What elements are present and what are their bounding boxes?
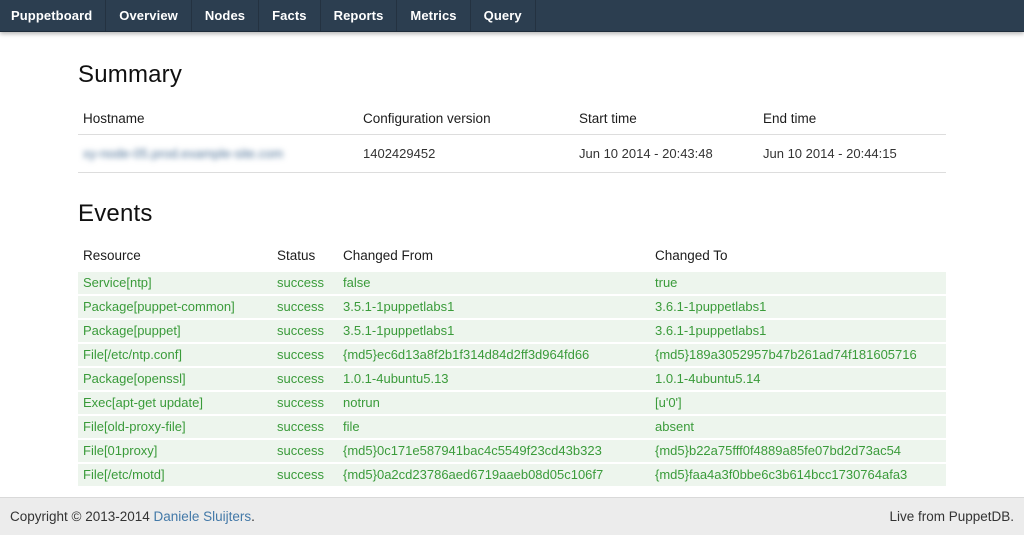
event-changed-from-cell: 3.5.1-1puppetlabs1 (338, 318, 650, 342)
event-resource-cell: File[old-proxy-file] (78, 414, 272, 438)
event-status-cell: success (272, 462, 338, 486)
live-from-puppetdb-text: Live from PuppetDB. (889, 509, 1014, 524)
main-content: Summary Hostname Configuration version S… (78, 61, 946, 486)
summary-heading: Summary (78, 61, 946, 89)
event-status-cell: success (272, 414, 338, 438)
event-status-cell: success (272, 270, 338, 294)
event-changed-from-cell: 3.5.1-1puppetlabs1 (338, 294, 650, 318)
nav-item-overview[interactable]: Overview (106, 0, 192, 31)
nav-item-metrics[interactable]: Metrics (397, 0, 470, 31)
nav-item-reports[interactable]: Reports (321, 0, 398, 31)
event-status-cell: success (272, 438, 338, 462)
event-changed-from-cell: file (338, 414, 650, 438)
summary-col-hostname: Hostname (78, 102, 358, 135)
event-changed-to-cell: {md5}faa4a3f0bbe6c3b614bcc1730764afa3 (650, 462, 946, 486)
top-navbar: Puppetboard Overview Nodes Facts Reports… (0, 0, 1024, 32)
event-changed-to-cell: true (650, 270, 946, 294)
event-row: Package[openssl] success 1.0.1-4ubuntu5.… (78, 366, 946, 390)
events-col-status: Status (272, 243, 338, 270)
event-resource-cell: File[01proxy] (78, 438, 272, 462)
event-changed-to-cell: [u'0'] (650, 390, 946, 414)
event-changed-to-cell: absent (650, 414, 946, 438)
events-heading: Events (78, 200, 946, 228)
event-changed-from-cell: false (338, 270, 650, 294)
event-resource-cell: Package[openssl] (78, 366, 272, 390)
author-link[interactable]: Daniele Sluijters (154, 509, 252, 524)
events-table-body: Service[ntp] success false true Package[… (78, 270, 946, 486)
events-col-resource: Resource (78, 243, 272, 270)
nav-item-query[interactable]: Query (471, 0, 536, 31)
event-status-cell: success (272, 366, 338, 390)
event-changed-to-cell: {md5}b22a75fff0f4889a85fe07bd2d73ac54 (650, 438, 946, 462)
page-footer: Copyright © 2013-2014 Daniele Sluijters.… (0, 497, 1024, 535)
copyright-prefix: Copyright © 2013-2014 (10, 509, 154, 524)
event-changed-to-cell: 3.6.1-1puppetlabs1 (650, 294, 946, 318)
event-row: File[/etc/ntp.conf] success {md5}ec6d13a… (78, 342, 946, 366)
event-changed-from-cell: {md5}0a2cd23786aed6719aaeb08d05c106f7 (338, 462, 650, 486)
event-resource-cell: Service[ntp] (78, 270, 272, 294)
summary-header-row: Hostname Configuration version Start tim… (78, 102, 946, 135)
copyright-suffix: . (251, 509, 255, 524)
events-header-row: Resource Status Changed From Changed To (78, 243, 946, 270)
event-row: File[01proxy] success {md5}0c171e587941b… (78, 438, 946, 462)
event-row: File[old-proxy-file] success file absent (78, 414, 946, 438)
event-changed-from-cell: notrun (338, 390, 650, 414)
event-row: Service[ntp] success false true (78, 270, 946, 294)
event-row: File[/etc/motd] success {md5}0a2cd23786a… (78, 462, 946, 486)
events-section: Events Resource Status Changed From Chan… (78, 200, 946, 486)
event-changed-from-cell: 1.0.1-4ubuntu5.13 (338, 366, 650, 390)
event-status-cell: success (272, 390, 338, 414)
event-changed-to-cell: 3.6.1-1puppetlabs1 (650, 318, 946, 342)
navbar-brand-puppetboard[interactable]: Puppetboard (0, 0, 106, 31)
summary-col-start-time: Start time (574, 102, 758, 135)
event-status-cell: success (272, 318, 338, 342)
event-changed-from-cell: {md5}ec6d13a8f2b1f314d84d2ff3d964fd66 (338, 342, 650, 366)
nav-item-facts[interactable]: Facts (259, 0, 320, 31)
event-row: Package[puppet-common] success 3.5.1-1pu… (78, 294, 946, 318)
event-resource-cell: File[/etc/ntp.conf] (78, 342, 272, 366)
summary-config-version-cell: 1402429452 (358, 135, 574, 173)
nav-item-nodes[interactable]: Nodes (192, 0, 259, 31)
event-changed-to-cell: {md5}189a3052957b47b261ad74f181605716 (650, 342, 946, 366)
event-status-cell: success (272, 342, 338, 366)
summary-hostname-cell: xy-node-05.prod.example-site.com (78, 135, 358, 173)
event-row: Package[puppet] success 3.5.1-1puppetlab… (78, 318, 946, 342)
event-changed-to-cell: 1.0.1-4ubuntu5.14 (650, 366, 946, 390)
summary-end-time-cell: Jun 10 2014 - 20:44:15 (758, 135, 946, 173)
summary-start-time-cell: Jun 10 2014 - 20:43:48 (574, 135, 758, 173)
summary-col-config-version: Configuration version (358, 102, 574, 135)
event-resource-cell: File[/etc/motd] (78, 462, 272, 486)
summary-row: xy-node-05.prod.example-site.com 1402429… (78, 135, 946, 173)
summary-col-end-time: End time (758, 102, 946, 135)
events-table: Resource Status Changed From Changed To … (78, 243, 946, 486)
event-resource-cell: Exec[apt-get update] (78, 390, 272, 414)
event-resource-cell: Package[puppet-common] (78, 294, 272, 318)
event-changed-from-cell: {md5}0c171e587941bac4c5549f23cd43b323 (338, 438, 650, 462)
events-col-changed-to: Changed To (650, 243, 946, 270)
hostname-link-blurred[interactable]: xy-node-05.prod.example-site.com (83, 146, 283, 161)
event-row: Exec[apt-get update] success notrun [u'0… (78, 390, 946, 414)
copyright-text: Copyright © 2013-2014 Daniele Sluijters. (10, 509, 255, 524)
summary-table: Hostname Configuration version Start tim… (78, 102, 946, 173)
events-col-changed-from: Changed From (338, 243, 650, 270)
summary-section: Summary Hostname Configuration version S… (78, 61, 946, 173)
event-status-cell: success (272, 294, 338, 318)
event-resource-cell: Package[puppet] (78, 318, 272, 342)
